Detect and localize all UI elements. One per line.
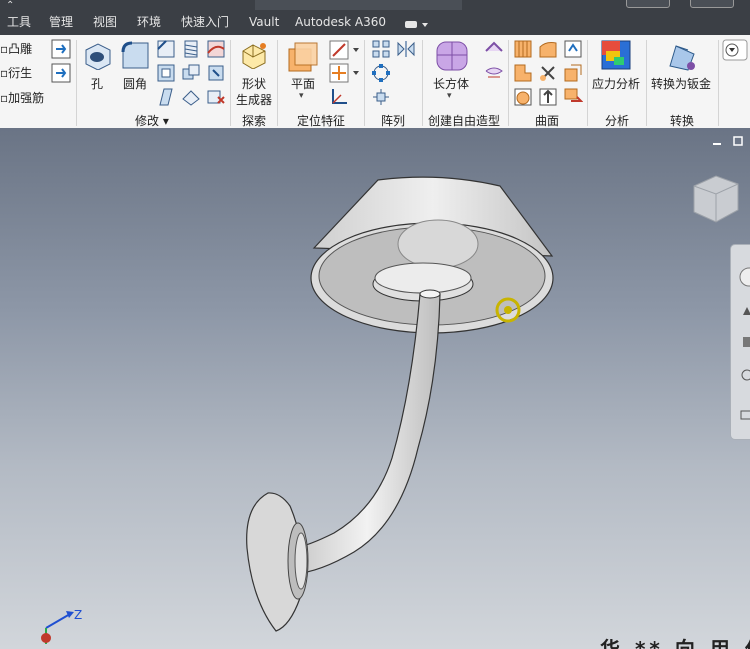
separator — [646, 40, 647, 126]
extend-icon[interactable] — [563, 63, 583, 83]
explore-panel-label: 探索 — [242, 114, 267, 128]
fillet-label: 圆角 — [123, 77, 148, 91]
import-icon[interactable] — [50, 38, 72, 60]
plane-dropdown-icon[interactable]: ▾ — [299, 91, 304, 101]
emboss-button[interactable]: ▫凸雕 — [0, 42, 32, 56]
account-button[interactable] — [690, 0, 734, 8]
tab-manage[interactable]: 管理 — [49, 14, 73, 30]
rib-label: 加强筋 — [8, 91, 45, 105]
thread-icon[interactable] — [181, 39, 201, 59]
separator — [76, 40, 77, 126]
patch-icon[interactable] — [563, 39, 583, 59]
separator — [277, 40, 278, 126]
work-axis-icon[interactable] — [329, 40, 361, 60]
fillet-icon[interactable] — [120, 40, 150, 70]
plane-icon[interactable] — [287, 41, 319, 73]
thicken-icon[interactable] — [206, 63, 226, 83]
tab-environment[interactable]: 环境 — [137, 14, 161, 30]
tab-autodesk-a360[interactable]: Autodesk A360 — [295, 14, 386, 30]
separator — [230, 40, 231, 126]
circular-pattern-icon[interactable] — [371, 63, 391, 83]
title-bar — [255, 0, 462, 10]
trim-icon[interactable] — [513, 63, 533, 83]
tab-tools[interactable]: 工具 — [7, 14, 31, 30]
rectangular-pattern-icon[interactable] — [371, 39, 391, 59]
stitch-icon[interactable] — [513, 39, 533, 59]
boundary-patch-icon[interactable] — [513, 87, 533, 107]
replace-face-icon[interactable] — [181, 87, 201, 107]
stress-analysis-icon[interactable] — [600, 39, 632, 73]
freeform-box-label: 长方体 — [433, 77, 470, 91]
ribbon: ▫凸雕 ▫衍生 ▫加强筋 孔 圆角 修改 ▾ 形状 生成器 探索 平面 ▾ 定位… — [0, 35, 750, 129]
stress-analysis-label: 应力分析 — [592, 77, 641, 91]
repair-bodies-icon[interactable] — [563, 87, 583, 107]
shape-generator-label-1: 形状 — [242, 77, 267, 91]
freeform-box-icon[interactable] — [434, 39, 470, 73]
separator — [422, 40, 423, 126]
chamfer-icon[interactable] — [156, 39, 176, 59]
freeform-box-dropdown-icon[interactable]: ▾ — [447, 91, 452, 101]
pattern-panel-label: 阵列 — [381, 114, 406, 128]
sculpt-icon[interactable] — [538, 39, 558, 59]
help-button[interactable] — [626, 0, 670, 8]
convert-to-sheet-metal-icon[interactable] — [666, 40, 698, 72]
ucs-icon[interactable] — [329, 87, 349, 107]
delete-face-icon[interactable] — [206, 87, 226, 107]
lamp-model[interactable] — [0, 128, 750, 649]
hole-icon[interactable] — [82, 40, 112, 70]
ribbon-options-dropdown[interactable] — [722, 39, 748, 61]
derive-label: 衍生 — [8, 66, 33, 80]
tab-vault[interactable]: Vault — [249, 14, 279, 30]
shape-generator-icon[interactable] — [239, 41, 269, 69]
combine-icon[interactable] — [181, 63, 201, 83]
separator — [508, 40, 509, 126]
plane-label: 平面 — [291, 77, 316, 91]
freeform-face-icon[interactable] — [484, 63, 504, 83]
work-point-icon[interactable] — [329, 63, 361, 83]
trim-surface-icon[interactable] — [538, 63, 558, 83]
convert-to-sheet-metal-label: 转换为钣金 — [651, 77, 712, 91]
separator — [718, 40, 719, 126]
app-menu-icon[interactable]: ⌃ — [6, 0, 14, 11]
analysis-panel-label: 分析 — [605, 114, 630, 128]
sketch-driven-pattern-icon[interactable] — [371, 87, 391, 107]
mirror-icon[interactable] — [396, 39, 416, 59]
shape-generator-label-2: 生成器 — [236, 93, 273, 107]
freeform-panel-label: 创建自由造型 — [428, 114, 501, 128]
separator — [587, 40, 588, 126]
split-icon[interactable] — [206, 39, 226, 59]
tab-get-started[interactable]: 快速入门 — [181, 14, 229, 30]
shell-icon[interactable] — [156, 63, 176, 83]
graphics-viewport[interactable]: Z 华 ** 向 用 作 — [0, 128, 750, 649]
axis-z-label: Z — [74, 608, 83, 622]
watermark-text: 华 ** 向 用 作 — [600, 637, 750, 649]
work-features-panel-label: 定位特征 — [297, 114, 346, 128]
tab-view[interactable]: 视图 — [93, 14, 117, 30]
convert-panel-label: 转换 — [670, 114, 695, 128]
surface-panel-label: 曲面 — [535, 114, 560, 128]
derive-icon[interactable] — [50, 62, 72, 84]
draft-icon[interactable] — [156, 87, 176, 107]
derive-button[interactable]: ▫衍生 — [0, 66, 32, 80]
thicken-offset-icon[interactable] — [538, 87, 558, 107]
rib-button[interactable]: ▫加强筋 — [0, 91, 44, 105]
freeform-convert-icon[interactable] — [484, 39, 504, 59]
tab-overflow-dropdown[interactable] — [404, 16, 430, 30]
menu-bar: ⌃ 工具 管理 视图 环境 快速入门 Vault Autodesk A360 — [0, 0, 750, 35]
emboss-label: 凸雕 — [8, 42, 33, 56]
hole-label: 孔 — [91, 77, 104, 91]
separator — [364, 40, 365, 126]
modify-panel-label[interactable]: 修改 ▾ — [135, 112, 169, 129]
